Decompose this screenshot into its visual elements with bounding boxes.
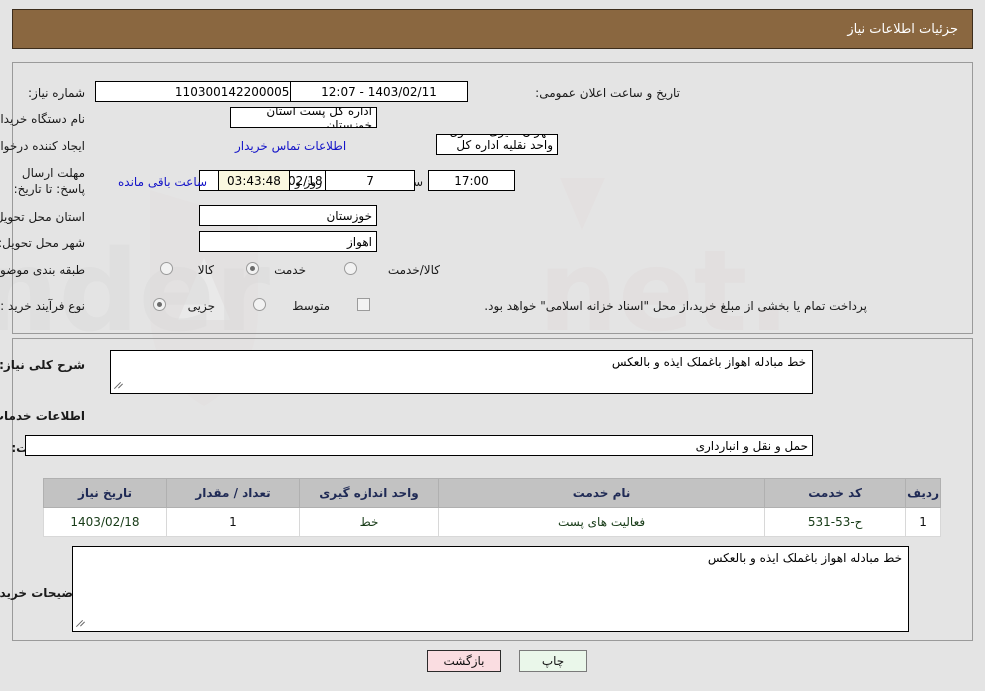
services-section-title: اطلاعات خدمات مورد نیاز <box>0 409 85 423</box>
resize-grip-icon[interactable] <box>114 381 124 391</box>
announce-datetime-field[interactable]: 1403/02/11 - 12:07 <box>290 81 468 102</box>
delivery-city-field[interactable]: اهواز <box>199 231 377 252</box>
services-table: ردیف کد خدمت نام خدمت واحد اندازه گیری ت… <box>43 478 941 537</box>
category-option-label-2: کالا/خدمت <box>387 263 440 277</box>
th-code: کد خدمت <box>764 478 907 508</box>
back-button[interactable]: بازگشت <box>427 650 501 672</box>
deadline-remaining-label: ساعت باقی مانده <box>118 175 208 189</box>
buyer-notes-textarea[interactable]: خط مبادله اهواز باغملک ایذه و بالعکس <box>72 546 909 632</box>
resize-grip-icon[interactable] <box>76 619 86 629</box>
purchase-type-option-label-0: جزیی <box>187 299 215 313</box>
purchase-type-label: نوع فرآیند خرید : <box>0 299 85 313</box>
top-info-panel <box>12 62 973 334</box>
th-row: ردیف <box>905 478 941 508</box>
service-group-field[interactable]: حمل و نقل و انبارداری <box>25 435 813 456</box>
category-radio-kala[interactable] <box>160 262 173 275</box>
category-option-label-1: خدمت <box>274 263 306 277</box>
buyer-notes-value: خط مبادله اهواز باغملک ایذه و بالعکس <box>707 551 902 565</box>
th-name: نام خدمت <box>437 478 766 508</box>
page-root: AriaTender .net جزئیات اطلاعات نیاز شمار… <box>0 0 985 691</box>
buyer-org-field[interactable]: اداره کل پست استان خوزستان <box>230 107 377 128</box>
delivery-province-field[interactable]: خوزستان <box>199 205 377 226</box>
purchase-type-option-label-1: متوسط <box>292 299 330 313</box>
td-code: ح-53-531 <box>764 507 907 537</box>
td-date: 1403/02/18 <box>43 507 167 537</box>
deadline-days-field[interactable]: 7 <box>325 170 415 191</box>
general-desc-textarea[interactable]: خط مبادله اهواز باغملک ایذه و بالعکس <box>110 350 813 394</box>
purchase-type-radio-motavaset[interactable] <box>253 298 266 311</box>
delivery-province-label: استان محل تحویل: <box>0 210 85 224</box>
td-name: فعالیت های پست <box>437 507 766 537</box>
td-unit: خط <box>299 507 439 537</box>
category-radio-khedmat[interactable] <box>246 262 259 275</box>
deadline-label: مهلت ارسال پاسخ: تا تاریخ: <box>13 166 85 196</box>
th-unit: واحد اندازه گیری <box>299 478 439 508</box>
deadline-days-label: روز و <box>295 175 322 189</box>
delivery-city-label: شهر محل تحویل: <box>0 236 85 250</box>
td-quantity: 1 <box>166 507 300 537</box>
general-desc-label: شرح کلی نیاز: <box>0 358 85 372</box>
deadline-countdown-field: 03:43:48 <box>218 170 290 191</box>
th-quantity: تعداد / مقدار <box>166 478 300 508</box>
category-radio-kala-khedmat[interactable] <box>344 262 357 275</box>
page-title: جزئیات اطلاعات نیاز <box>847 21 958 37</box>
window-title-bar: جزئیات اطلاعات نیاز <box>12 9 973 49</box>
buyer-contact-link[interactable]: اطلاعات تماس خریدار <box>235 139 346 153</box>
buyer-org-label: نام دستگاه خریدار: <box>0 112 85 126</box>
purchase-type-radio-jozii[interactable] <box>153 298 166 311</box>
th-date: تاریخ نیاز <box>43 478 167 508</box>
announce-datetime-label: تاریخ و ساعت اعلان عمومی: <box>535 86 680 100</box>
request-creator-field[interactable]: مهران امیری مسئول واحد نقلیه اداره کل پس… <box>436 134 558 155</box>
need-number-label: شماره نیاز: <box>28 86 85 100</box>
request-creator-label: ایجاد کننده درخواست: <box>0 139 85 153</box>
treasury-bonds-checkbox[interactable] <box>357 298 370 311</box>
table-row: 1 ح-53-531 فعالیت های پست خط 1 1403/02/1… <box>43 507 941 537</box>
category-option-label-0: کالا <box>197 263 214 277</box>
td-row: 1 <box>905 507 941 537</box>
print-button[interactable]: چاپ <box>519 650 587 672</box>
deadline-time-field[interactable]: 17:00 <box>428 170 515 191</box>
general-desc-value: خط مبادله اهواز باغملک ایذه و بالعکس <box>611 355 806 369</box>
category-label: طبقه بندی موضوعی: <box>0 263 85 277</box>
table-header-row: ردیف کد خدمت نام خدمت واحد اندازه گیری ت… <box>43 478 941 508</box>
treasury-bonds-text: پرداخت تمام یا بخشی از مبلغ خرید،از محل … <box>484 299 867 313</box>
